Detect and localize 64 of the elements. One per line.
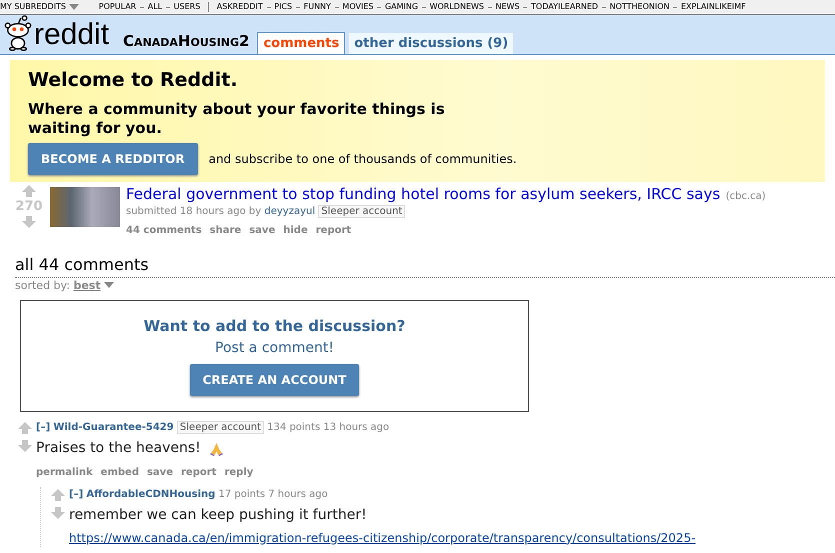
subreddit-link[interactable]: NEWS bbox=[496, 0, 520, 14]
collapse-toggle[interactable]: [–] bbox=[69, 488, 84, 500]
sort-label: sorted by: bbox=[15, 278, 70, 292]
comment-text: Praises to the heavens! bbox=[36, 439, 201, 458]
comment-action-link[interactable]: reply bbox=[224, 467, 254, 478]
become-redditor-button[interactable]: BECOME A REDDITOR bbox=[28, 143, 198, 175]
welcome-note: and subscribe to one of thousands of communities. bbox=[208, 151, 517, 168]
subreddit-link[interactable]: FUNNY bbox=[304, 0, 331, 14]
comment-action-link[interactable]: report bbox=[181, 467, 216, 478]
subreddit-link[interactable]: EXPLAINLIKEIMF bbox=[680, 0, 746, 14]
my-subreddits-menu[interactable]: MY SUBREDDITS bbox=[0, 0, 66, 14]
domain-link[interactable]: (cbc.ca) bbox=[726, 190, 766, 202]
thumbnail-photo[interactable] bbox=[50, 186, 120, 227]
caret-icon[interactable] bbox=[104, 282, 114, 288]
join-title: Want to add to the discussion? bbox=[142, 316, 406, 337]
subreddit-link[interactable]: PICS bbox=[274, 0, 292, 14]
comment-meta: 17 points 7 hours ago bbox=[218, 488, 328, 500]
comment-action-link[interactable]: permalink bbox=[36, 467, 93, 478]
post-title-link[interactable]: Federal government to stop funding hotel rooms for asylum seekers, IRCC says bbox=[126, 184, 720, 203]
comment-author-link[interactable]: Wild-Guarantee-5429 bbox=[53, 422, 174, 433]
subreddit-link[interactable]: ASKREDDIT bbox=[216, 0, 263, 14]
collapse-toggle[interactable]: [–] bbox=[36, 422, 50, 433]
subreddit-name[interactable]: CanadaHousing2 bbox=[123, 30, 250, 52]
flair-tag: Sleeper account bbox=[318, 205, 406, 218]
welcome-subtitle: Where a community about your favorite things is waiting for you. bbox=[28, 100, 446, 138]
score: 270 bbox=[15, 198, 43, 216]
post-action-link[interactable]: hide bbox=[283, 225, 308, 236]
comment-action-link[interactable]: save bbox=[146, 467, 173, 478]
subreddit-link[interactable]: WORLDNEWS bbox=[430, 0, 484, 14]
welcome-title: Welcome to Reddit. bbox=[28, 68, 239, 93]
subreddit-link[interactable]: ALL bbox=[148, 0, 162, 14]
comment-author-link[interactable]: AffordableCDNHousing bbox=[86, 488, 216, 500]
downvote-arrow-icon[interactable] bbox=[18, 440, 32, 452]
subreddit-link[interactable]: TODAYILEARNED bbox=[531, 0, 598, 14]
downvote-arrow-icon[interactable] bbox=[51, 506, 65, 518]
join-subtitle: Post a comment! bbox=[214, 338, 335, 358]
upvote-arrow-icon[interactable] bbox=[18, 422, 32, 434]
caret-icon[interactable] bbox=[69, 4, 80, 10]
create-account-button[interactable]: CREATE AN ACCOUNT bbox=[190, 364, 360, 396]
author-link[interactable]: deyyzayul bbox=[264, 206, 316, 218]
subreddit-link[interactable]: POPULAR bbox=[98, 0, 136, 14]
comments-heading: all 44 comments bbox=[15, 254, 150, 276]
post-action-link[interactable]: report bbox=[316, 225, 352, 236]
submitted-text: submitted 18 hours ago by bbox=[126, 206, 262, 218]
post-action-link[interactable]: share bbox=[210, 225, 242, 236]
comment-text: remember we can keep pushing it further! bbox=[69, 506, 367, 524]
upvote-arrow-icon[interactable] bbox=[51, 488, 65, 500]
flair-tag: Sleeper account bbox=[176, 421, 264, 434]
comment-link[interactable]: https://www.canada.ca/en/immigration-refugees-citizenship/corporate/transparency/consultations/2025- bbox=[69, 528, 696, 546]
alien-mascot-icon[interactable] bbox=[4, 15, 32, 51]
subreddit-link[interactable]: NOTTHEONION bbox=[610, 0, 670, 14]
tab[interactable]: other discussions (9) bbox=[349, 32, 514, 54]
comment-meta: 134 points 13 hours ago bbox=[267, 422, 390, 433]
tab[interactable]: comments bbox=[257, 32, 346, 54]
upvote-arrow-icon[interactable] bbox=[22, 184, 36, 197]
downvote-arrow-icon[interactable] bbox=[22, 216, 36, 228]
post-action-link[interactable]: 44 comments bbox=[126, 225, 202, 236]
subreddit-link[interactable]: USERS bbox=[174, 0, 200, 14]
post-action-link[interactable]: save bbox=[249, 225, 276, 236]
subreddit-link[interactable]: GAMING bbox=[384, 0, 418, 14]
sort-dropdown[interactable]: best bbox=[73, 278, 101, 292]
comment-action-link[interactable]: embed bbox=[100, 467, 139, 478]
logo-wordmark[interactable]: reddit bbox=[34, 19, 110, 51]
subreddit-link[interactable]: MOVIES bbox=[342, 0, 374, 14]
